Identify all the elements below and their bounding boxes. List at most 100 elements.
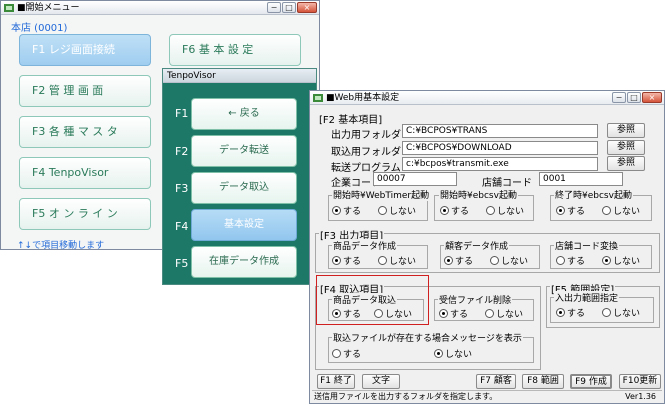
menu-f1-register[interactable]: F1 レジ画面接続 <box>19 34 151 66</box>
radio-label: する <box>567 207 586 217</box>
radio-ebcsv-start-no[interactable]: しない <box>486 204 524 217</box>
f1-exit-button[interactable]: F1 終了 <box>317 374 355 389</box>
radio-webtimer-yes[interactable]: する <box>332 204 361 217</box>
radio-customer-out-no[interactable]: しない <box>490 254 528 267</box>
browse-out-button[interactable]: 参照 <box>607 123 645 138</box>
maximize-button[interactable]: □ <box>282 2 296 13</box>
app-icon <box>4 3 14 13</box>
radio-product-out-yes[interactable]: する <box>332 254 361 267</box>
radio-label: しない <box>389 207 417 217</box>
key-f3: F3 <box>175 182 189 195</box>
group-ebcsv-start-label: 開始時¥ebcsv起動 <box>439 188 518 201</box>
store-label: 本店 (0001) <box>11 23 68 34</box>
f9-create-button[interactable]: F9 作成 <box>570 374 612 389</box>
radio-receive-delete-yes[interactable]: する <box>439 307 468 320</box>
radio-product-out-no[interactable]: しない <box>378 254 416 267</box>
back-button[interactable]: ← 戻る <box>191 98 297 130</box>
radio-label: する <box>343 257 362 267</box>
radio-label: しない <box>496 310 524 320</box>
radio-label: する <box>343 310 362 320</box>
radio-label: しない <box>497 207 525 217</box>
out-folder-field[interactable]: C:¥BCPOS¥TRANS <box>402 124 598 138</box>
radio-label: しない <box>613 207 641 217</box>
radio-label: しない <box>385 310 413 320</box>
radio-ebcsv-end-no[interactable]: しない <box>602 204 640 217</box>
web-settings-title: ■Web用基本設定 <box>326 93 400 103</box>
minimize-button[interactable]: − <box>267 2 281 13</box>
radio-customer-out-yes[interactable]: する <box>444 254 473 267</box>
minimize-button[interactable]: − <box>612 92 626 103</box>
group-product-out-label: 商品データ作成 <box>332 239 398 252</box>
browse-in-button[interactable]: 参照 <box>607 140 645 155</box>
radio-label: する <box>451 207 470 217</box>
group-product-in-label: 商品データ取込 <box>332 293 398 306</box>
key-f4: F4 <box>175 220 189 233</box>
maximize-button[interactable]: □ <box>627 92 641 103</box>
radio-ebcsv-end-yes[interactable]: する <box>556 204 585 217</box>
close-button[interactable]: × <box>642 92 662 103</box>
status-text: 送信用ファイルを出力するフォルダを指定します。 <box>314 392 498 401</box>
radio-label: しない <box>389 257 417 267</box>
radio-receive-delete-no[interactable]: しない <box>485 307 523 320</box>
group-storecode-conv-label: 店舗コード変換 <box>554 239 620 252</box>
store-code-field[interactable]: 0001 <box>539 172 623 186</box>
radio-product-in-no[interactable]: しない <box>374 307 412 320</box>
group-customer-out-label: 顧客データ作成 <box>444 239 510 252</box>
key-f5: F5 <box>175 257 189 270</box>
menu-f4-tenpovisor[interactable]: F4 TenpoVisor <box>19 157 151 189</box>
f10-update-button[interactable]: F10更新 <box>619 374 661 389</box>
radio-ebcsv-start-yes[interactable]: する <box>440 204 469 217</box>
hint-text: ↑↓で項目移動します <box>17 241 105 251</box>
radio-label: しない <box>501 257 529 267</box>
radio-label: する <box>343 207 362 217</box>
store-code-label: 店舗コード <box>482 178 532 189</box>
radio-label: しない <box>445 350 473 360</box>
radio-io-range-no[interactable]: しない <box>602 306 640 319</box>
f7-customer-button[interactable]: F7 顧客 <box>476 374 516 389</box>
web-settings-titlebar: ■Web用基本設定 − □ × <box>310 91 664 105</box>
program-field[interactable]: c:¥bcpos¥transmit.exe <box>402 157 598 171</box>
menu-f5-online[interactable]: F5 オ ン ラ イ ン <box>19 198 151 230</box>
app-icon <box>313 93 323 103</box>
menu-f6-settings[interactable]: F6 基 本 設 定 <box>169 34 301 66</box>
company-code-field[interactable]: 00007 <box>373 172 457 186</box>
radio-label: しない <box>613 257 641 267</box>
key-f1: F1 <box>175 107 189 120</box>
radio-storecode-conv-yes[interactable]: する <box>556 254 585 267</box>
basic-settings-button[interactable]: 基本設定 <box>191 209 297 241</box>
start-menu-title: ■開始メニュー <box>17 3 80 13</box>
radio-exists-msg-no[interactable]: しない <box>434 347 472 360</box>
close-button[interactable]: × <box>297 2 317 13</box>
radio-label: する <box>567 257 586 267</box>
tenpovisor-title: TenpoVisor <box>167 71 216 81</box>
version-text: Ver1.36 <box>625 392 656 401</box>
radio-exists-msg-yes[interactable]: する <box>332 347 361 360</box>
browse-program-button[interactable]: 参照 <box>607 156 645 171</box>
menu-f2-admin[interactable]: F2 管 理 画 面 <box>19 75 151 107</box>
key-f2: F2 <box>175 145 189 158</box>
radio-product-in-yes[interactable]: する <box>332 307 361 320</box>
radio-label: する <box>455 257 474 267</box>
in-folder-field[interactable]: C:¥BCPOS¥DOWNLOAD <box>402 141 598 155</box>
stock-data-button[interactable]: 在庫データ作成 <box>191 246 297 278</box>
group-receive-delete-label: 受信ファイル削除 <box>438 293 513 306</box>
radio-storecode-conv-no[interactable]: しない <box>602 254 640 267</box>
f8-range-button[interactable]: F8 範囲 <box>522 374 564 389</box>
start-menu-titlebar: ■開始メニュー − □ × <box>1 1 319 15</box>
text-button[interactable]: 文字 <box>362 374 400 389</box>
data-transfer-button[interactable]: データ転送 <box>191 135 297 167</box>
in-folder-label: 取込用フォルダ <box>331 147 401 158</box>
data-import-button[interactable]: データ取込 <box>191 172 297 204</box>
group-exists-msg-label: 取込ファイルが存在する場合メッセージを表示 <box>332 331 523 344</box>
menu-f3-master[interactable]: F3 各 種 マ ス タ <box>19 116 151 148</box>
radio-label: する <box>567 309 586 319</box>
radio-webtimer-no[interactable]: しない <box>378 204 416 217</box>
radio-label: する <box>343 350 362 360</box>
radio-label: しない <box>613 309 641 319</box>
section-f2-basic: [F2 基本項目] <box>319 115 383 126</box>
group-io-range-label: 入出力範囲指定 <box>554 291 620 304</box>
out-folder-label: 出力用フォルダ <box>331 130 401 141</box>
status-bar: 送信用ファイルを出力するフォルダを指定します。 Ver1.36 <box>312 390 662 401</box>
radio-io-range-yes[interactable]: する <box>556 306 585 319</box>
group-ebcsv-end-label: 終了時¥ebcsv起動 <box>554 188 633 201</box>
